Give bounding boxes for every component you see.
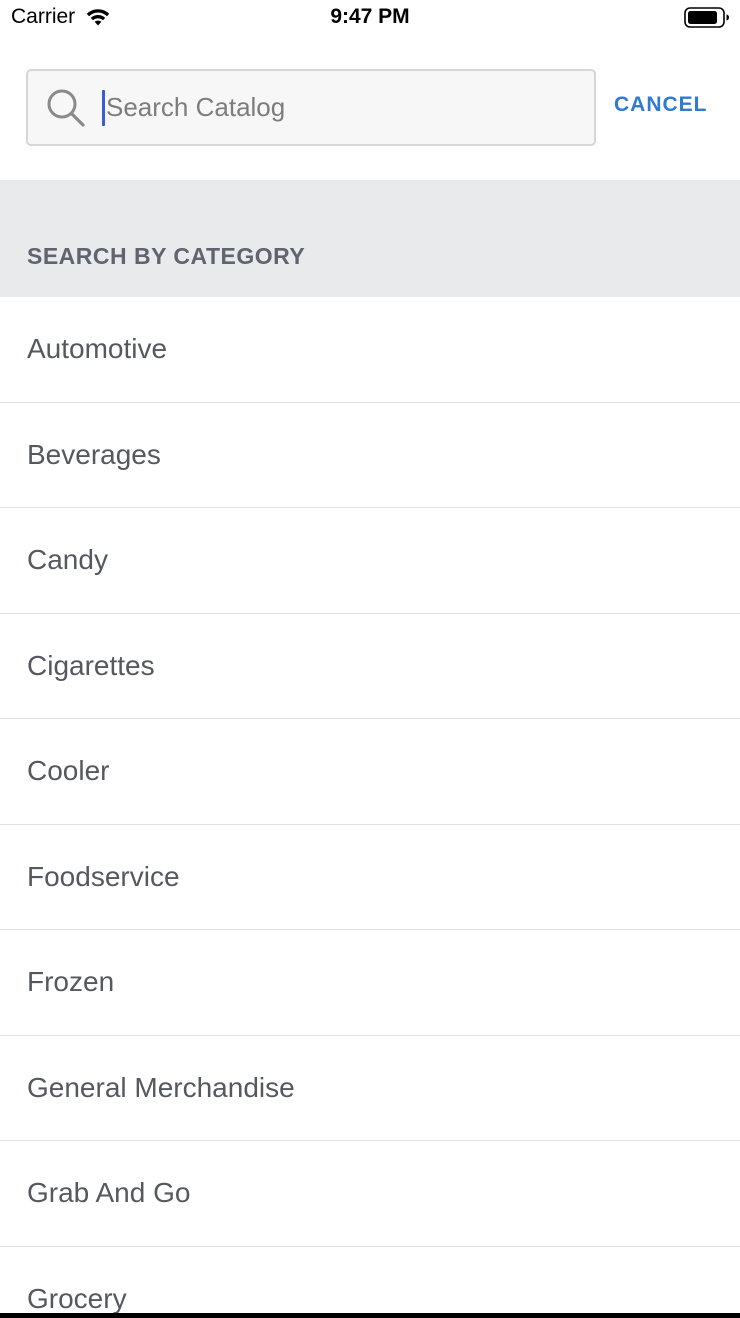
category-label: Grab And Go (27, 1177, 191, 1208)
category-label: Automotive (27, 333, 168, 364)
category-label: Frozen (27, 966, 115, 997)
status-time: 9:47 PM (330, 5, 410, 28)
category-item-grab-and-go[interactable]: Grab And Go (0, 1141, 740, 1247)
section-title: SEARCH BY CATEGORY (27, 243, 306, 269)
category-item-automotive[interactable]: Automotive (0, 297, 740, 403)
cancel-button[interactable]: CANCEL (614, 93, 708, 117)
category-label: Grocery (27, 1282, 127, 1314)
category-label: Cooler (27, 755, 110, 786)
search-icon (47, 89, 85, 127)
category-item-cooler[interactable]: Cooler (0, 719, 740, 825)
category-label: Foodservice (27, 860, 180, 892)
status-bar: Carrier 9:47 PM (0, 0, 740, 36)
category-item-candy[interactable]: Candy (0, 508, 740, 614)
category-item-cigarettes[interactable]: Cigarettes (0, 613, 740, 719)
search-header: CANCEL (0, 36, 740, 180)
category-label: Cigarettes (27, 649, 155, 681)
search-input[interactable] (106, 71, 586, 144)
section-header: SEARCH BY CATEGORY (0, 180, 740, 297)
category-label: Candy (27, 544, 108, 575)
category-item-general-merchandise[interactable]: General Merchandise (0, 1035, 740, 1141)
text-cursor (102, 90, 105, 126)
category-item-beverages[interactable]: Beverages (0, 402, 740, 508)
category-item-foodservice[interactable]: Foodservice (0, 824, 740, 930)
category-item-grocery[interactable]: Grocery (0, 1246, 740, 1314)
search-box[interactable] (26, 69, 596, 146)
category-label: General Merchandise (27, 1071, 295, 1103)
battery-icon (684, 7, 729, 28)
search-catalog-screen: Carrier 9:47 PM CANCEL SEARCH BY CA (0, 0, 740, 1318)
category-list: Automotive Beverages Candy Cigarettes Co… (0, 297, 740, 1313)
category-label: Beverages (27, 438, 161, 470)
screen-bottom-edge (0, 1313, 740, 1318)
category-item-frozen[interactable]: Frozen (0, 930, 740, 1036)
